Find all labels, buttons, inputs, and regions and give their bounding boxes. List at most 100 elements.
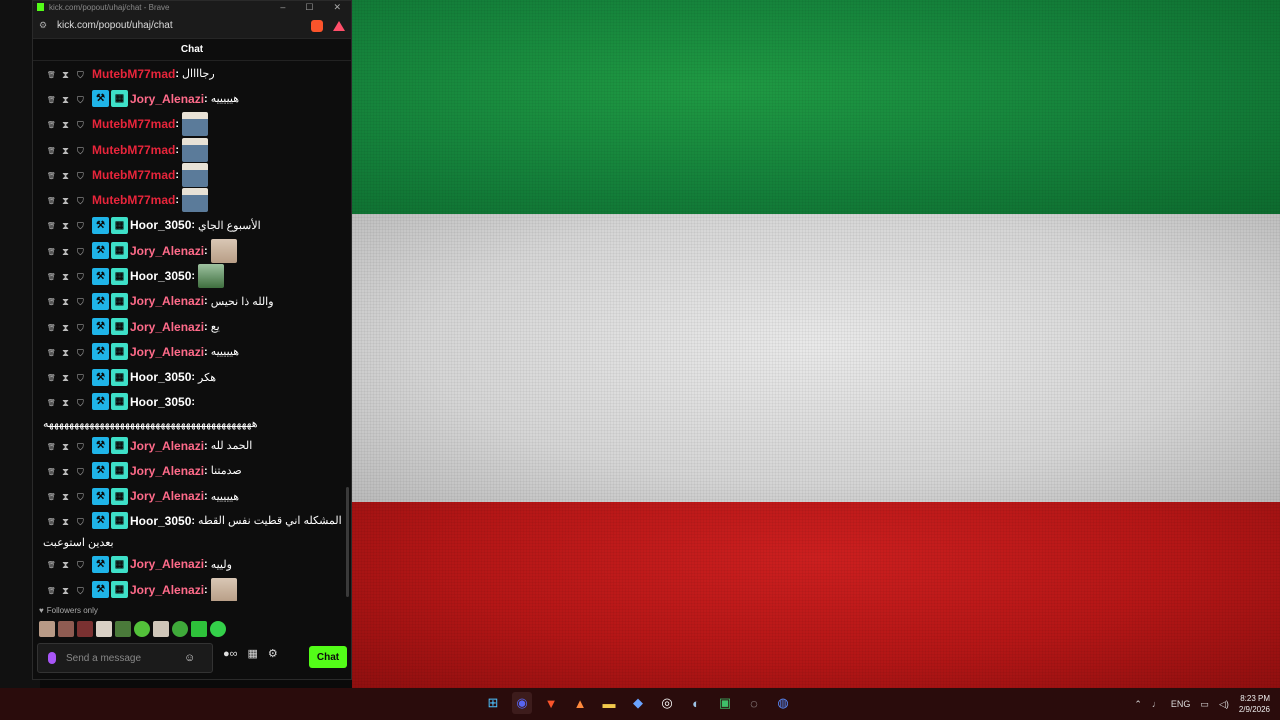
users-icon[interactable]: ●∞ [223,648,238,660]
ban-icon[interactable] [77,196,83,204]
chat-username[interactable]: Jory_Alenazi [130,345,204,359]
emote-quick-9[interactable] [191,621,207,637]
message-input[interactable] [66,652,184,664]
delete-icon[interactable] [47,196,53,204]
delete-icon[interactable] [47,560,53,568]
ban-icon[interactable] [77,560,83,568]
chat-username[interactable]: Jory_Alenazi [130,557,204,571]
timeout-icon[interactable] [62,323,68,331]
chat-emote[interactable] [210,238,237,263]
site-info-icon[interactable]: ⚙ [39,20,49,31]
mic-icon[interactable] [48,652,56,664]
steam-icon[interactable]: ◐ [686,692,706,714]
obs-icon[interactable]: ◎ [657,692,677,714]
ban-icon[interactable] [77,492,83,500]
chat-username[interactable]: MutebM77mad [92,117,175,131]
timeout-icon[interactable] [62,517,68,525]
chat-username[interactable]: Jory_Alenazi [130,583,204,597]
timeout-icon[interactable] [62,146,68,154]
clock[interactable]: 8:23 PM 2/9/2026 [1239,693,1270,715]
chat-username[interactable]: Hoor_3050 [130,218,191,232]
send-chat-button[interactable]: Chat [309,646,347,668]
chat-username[interactable]: Jory_Alenazi [130,294,204,308]
network-icon[interactable]: ▭ [1200,699,1209,710]
settings-icon[interactable]: ⚙ [268,647,278,660]
emote-quick-7[interactable] [153,621,169,637]
emote-quick-3[interactable] [77,621,93,637]
ban-icon[interactable] [77,467,83,475]
ban-icon[interactable] [77,171,83,179]
chat-username[interactable]: Hoor_3050 [130,395,191,409]
ban-icon[interactable] [77,373,83,381]
timeout-icon[interactable] [62,70,68,78]
delete-icon[interactable] [47,348,53,356]
delete-icon[interactable] [47,297,53,305]
delete-icon[interactable] [47,467,53,475]
chat-username[interactable]: Jory_Alenazi [130,244,204,258]
timeout-icon[interactable] [62,467,68,475]
timeout-icon[interactable] [62,221,68,229]
chat-emote[interactable] [210,577,237,601]
chevron-up-icon[interactable]: ⌃ [1134,699,1142,710]
file-explorer-icon[interactable]: ▬ [599,692,619,714]
delete-icon[interactable] [47,492,53,500]
vlc-icon[interactable]: ▲ [570,692,590,714]
delete-icon[interactable] [47,398,53,406]
delete-icon[interactable] [47,373,53,381]
timeout-icon[interactable] [62,560,68,568]
chat-emote[interactable] [182,112,209,137]
emoji-icon[interactable]: ☺ [184,652,195,664]
timeout-icon[interactable] [62,297,68,305]
delete-icon[interactable] [47,146,53,154]
brave-icon[interactable]: ▼ [541,692,561,714]
chat-username[interactable]: MutebM77mad [92,193,175,207]
brave-rewards-icon[interactable] [333,20,345,31]
timeout-icon[interactable] [62,373,68,381]
timeout-icon[interactable] [62,272,68,280]
timeout-icon[interactable] [62,398,68,406]
ban-icon[interactable] [77,297,83,305]
ban-icon[interactable] [77,221,83,229]
ban-icon[interactable] [77,146,83,154]
timeout-icon[interactable] [62,196,68,204]
timeout-icon[interactable] [62,586,68,594]
microphone-icon[interactable]: ♩ [1152,699,1161,709]
chat-username[interactable]: Hoor_3050 [130,370,191,384]
store-icon[interactable]: ▦ [248,647,258,660]
emote-quick-8[interactable] [172,621,188,637]
chat-username[interactable]: MutebM77mad [92,168,175,182]
volume-icon[interactable]: ◁) [1219,699,1229,710]
ban-icon[interactable] [77,247,83,255]
ban-icon[interactable] [77,323,83,331]
delete-icon[interactable] [47,247,53,255]
chat-username[interactable]: Jory_Alenazi [130,92,204,106]
chat-username[interactable]: Hoor_3050 [130,269,191,283]
message-composer[interactable]: ☺ [37,643,213,673]
maximize-icon[interactable]: ☐ [305,2,313,13]
delete-icon[interactable] [47,221,53,229]
ban-icon[interactable] [77,272,83,280]
close-icon[interactable]: ✕ [333,2,341,13]
delete-icon[interactable] [47,171,53,179]
emote-quick-2[interactable] [58,621,74,637]
timeout-icon[interactable] [62,442,68,450]
chat-username[interactable]: MutebM77mad [92,143,175,157]
delete-icon[interactable] [47,120,53,128]
ban-icon[interactable] [77,120,83,128]
minimize-icon[interactable]: – [280,2,285,13]
emote-quick-4[interactable] [96,621,112,637]
delete-icon[interactable] [47,586,53,594]
timeout-icon[interactable] [62,95,68,103]
chat-username[interactable]: Jory_Alenazi [130,489,204,503]
ban-icon[interactable] [77,70,83,78]
chat-username[interactable]: MutebM77mad [92,67,175,81]
chat-emote[interactable] [182,137,209,162]
language-indicator[interactable]: ENG [1171,699,1191,709]
timeout-icon[interactable] [62,247,68,255]
brave-shield-icon[interactable] [311,19,323,32]
discord-icon[interactable]: ◉ [512,692,532,714]
chat-username[interactable]: Jory_Alenazi [130,464,204,478]
chat-username[interactable]: Jory_Alenazi [130,439,204,453]
ban-icon[interactable] [77,442,83,450]
chrome-icon[interactable]: ◌ [744,692,764,714]
